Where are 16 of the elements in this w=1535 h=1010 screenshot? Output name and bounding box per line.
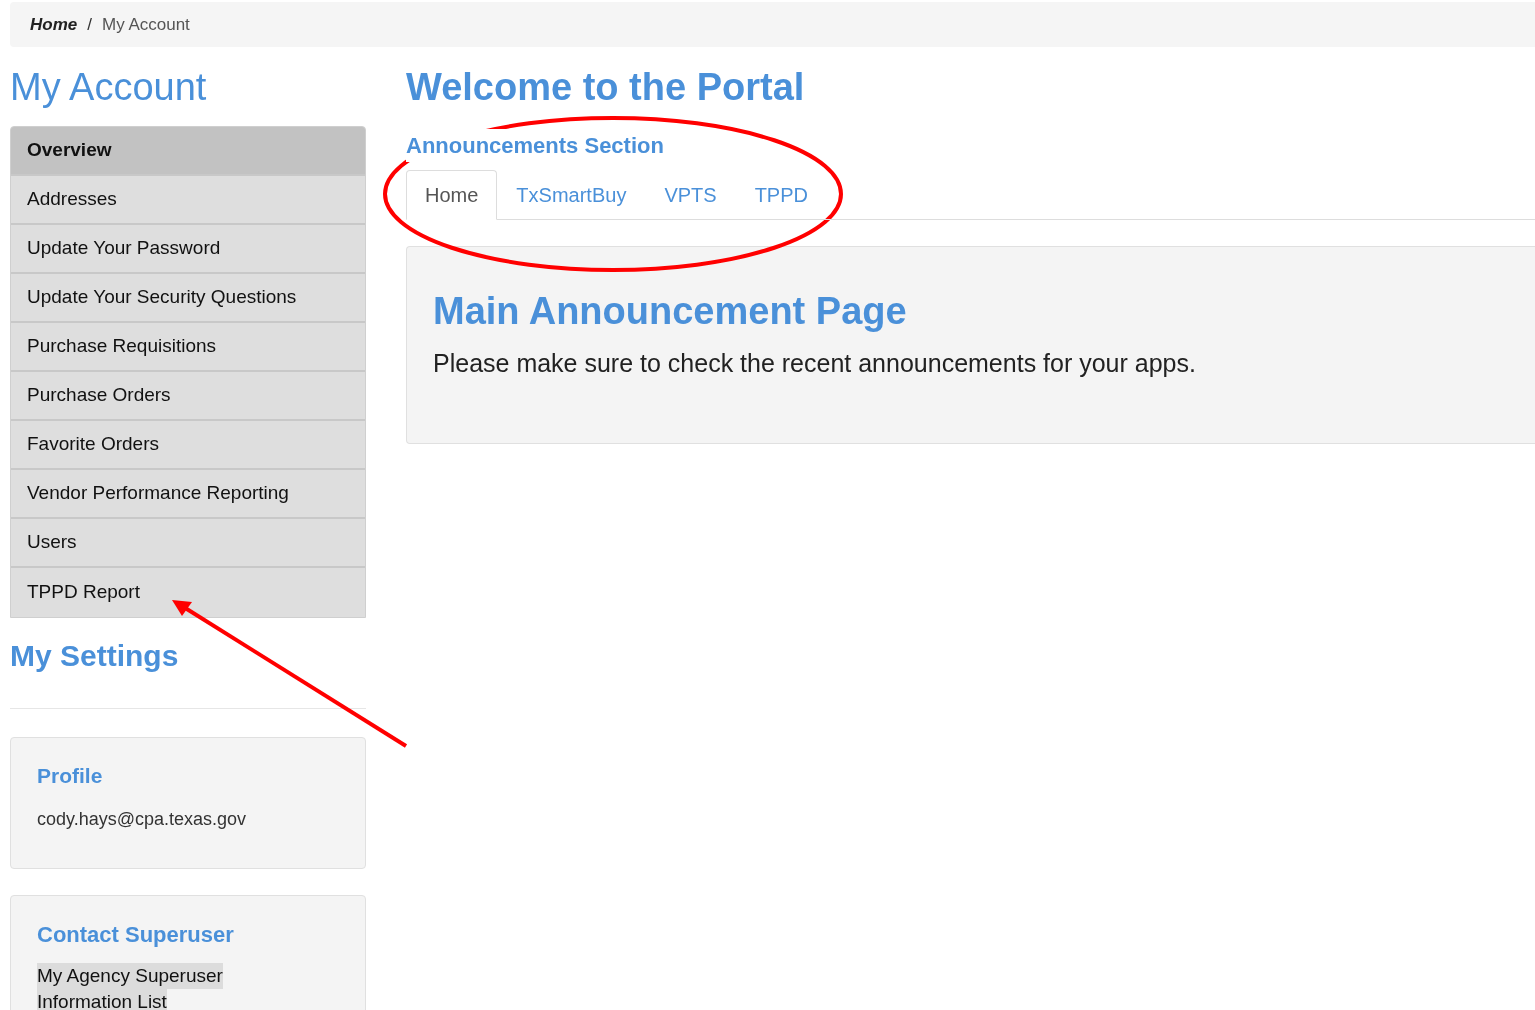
profile-email: cody.hays@cpa.texas.gov xyxy=(37,807,248,831)
breadcrumb-separator: / xyxy=(87,13,92,36)
profile-title: Profile xyxy=(37,763,104,789)
tab[interactable]: Home xyxy=(406,170,498,220)
sidebar-title: My Account xyxy=(10,65,208,109)
breadcrumb-current: My Account xyxy=(101,13,190,36)
panel-title: Main Announcement Page xyxy=(433,289,908,334)
section-title: Announcements Section xyxy=(406,129,664,162)
superuser-link[interactable]: My Agency Superuser xyxy=(37,963,223,989)
contact-title: Contact Superuser xyxy=(37,921,235,949)
sidebar-item[interactable]: Overview xyxy=(11,127,365,176)
panel-text: Please make sure to check the recent announcements for your apps. xyxy=(433,348,1197,379)
settings-title: My Settings xyxy=(10,638,180,674)
breadcrumb-link[interactable]: Home xyxy=(30,11,78,38)
superuser-link[interactable]: Information List xyxy=(37,989,167,1010)
page-title: Welcome to the Portal xyxy=(406,65,806,109)
